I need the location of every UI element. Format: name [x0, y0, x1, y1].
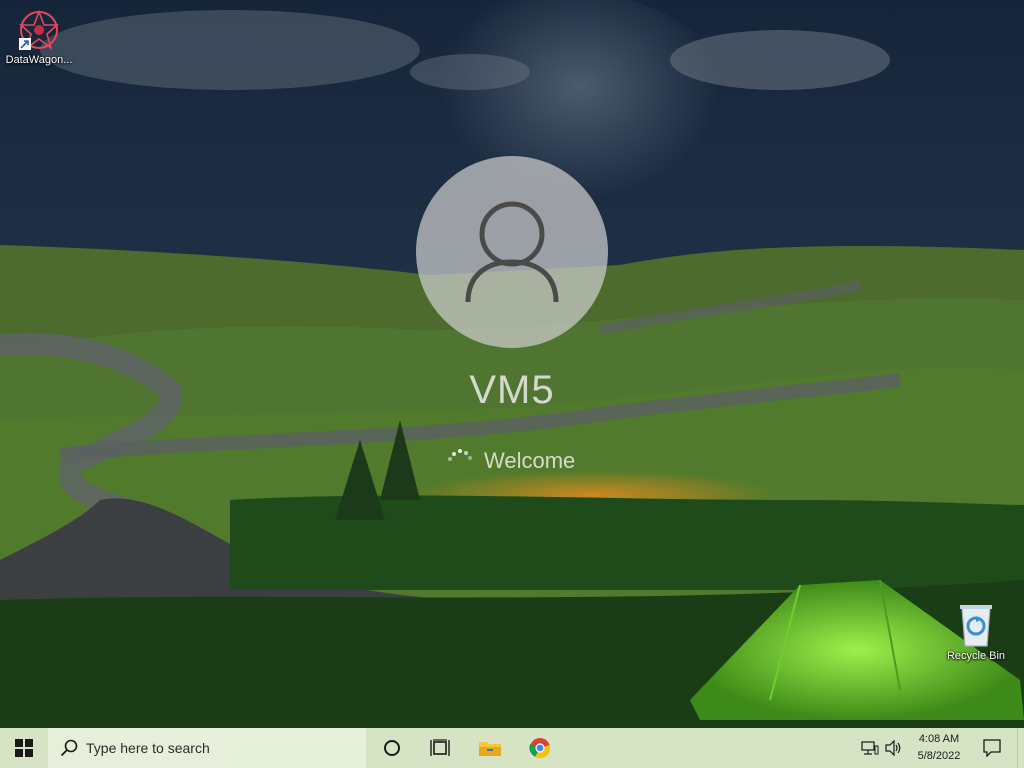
loading-spinner-icon	[448, 449, 472, 461]
datawagon-app-icon	[18, 9, 60, 51]
search-box[interactable]: Type here to search	[48, 728, 366, 768]
welcome-status: Welcome	[440, 444, 600, 476]
folder-icon	[479, 742, 501, 756]
desktop-icon-label: DataWagon...	[5, 54, 73, 66]
cortana-button[interactable]	[372, 728, 412, 768]
user-name: VM5	[469, 368, 555, 412]
recycle-bin-icon	[960, 605, 992, 647]
task-view-button[interactable]	[418, 728, 462, 768]
chrome-button[interactable]	[518, 728, 562, 768]
action-center-button[interactable]	[972, 728, 1012, 768]
clock-date: 5/8/2022	[917, 750, 961, 762]
windows-logo-icon	[15, 739, 33, 757]
file-explorer-button[interactable]	[468, 728, 512, 768]
notification-icon	[983, 739, 1001, 757]
speaker-icon	[885, 740, 901, 756]
desktop-icon-datawagon[interactable]: DataWagon...	[0, 8, 78, 66]
start-button[interactable]	[0, 728, 48, 768]
volume-button[interactable]	[882, 728, 906, 768]
show-desktop-button[interactable]	[1017, 728, 1024, 768]
taskbar: Type here to search 4:08 AM 5/8/2022	[0, 728, 1024, 768]
welcome-text: Welcome	[484, 448, 576, 473]
network-icon	[861, 741, 879, 755]
user-avatar	[416, 156, 608, 348]
desktop-wallpaper	[0, 0, 1024, 728]
clock-time: 4:08 AM	[918, 733, 960, 745]
network-status-button[interactable]	[858, 728, 882, 768]
desktop-icon-recycle-bin[interactable]: Recycle Bin	[937, 600, 1015, 662]
search-icon	[60, 739, 78, 757]
circle-icon	[384, 740, 400, 756]
desktop-icon-label: Recycle Bin	[946, 650, 1006, 662]
search-input[interactable]: Type here to search	[86, 740, 210, 756]
chrome-icon	[529, 738, 551, 759]
task-view-icon	[430, 739, 450, 756]
user-icon	[465, 201, 559, 303]
taskbar-clock[interactable]: 4:08 AM 5/8/2022	[906, 731, 972, 765]
